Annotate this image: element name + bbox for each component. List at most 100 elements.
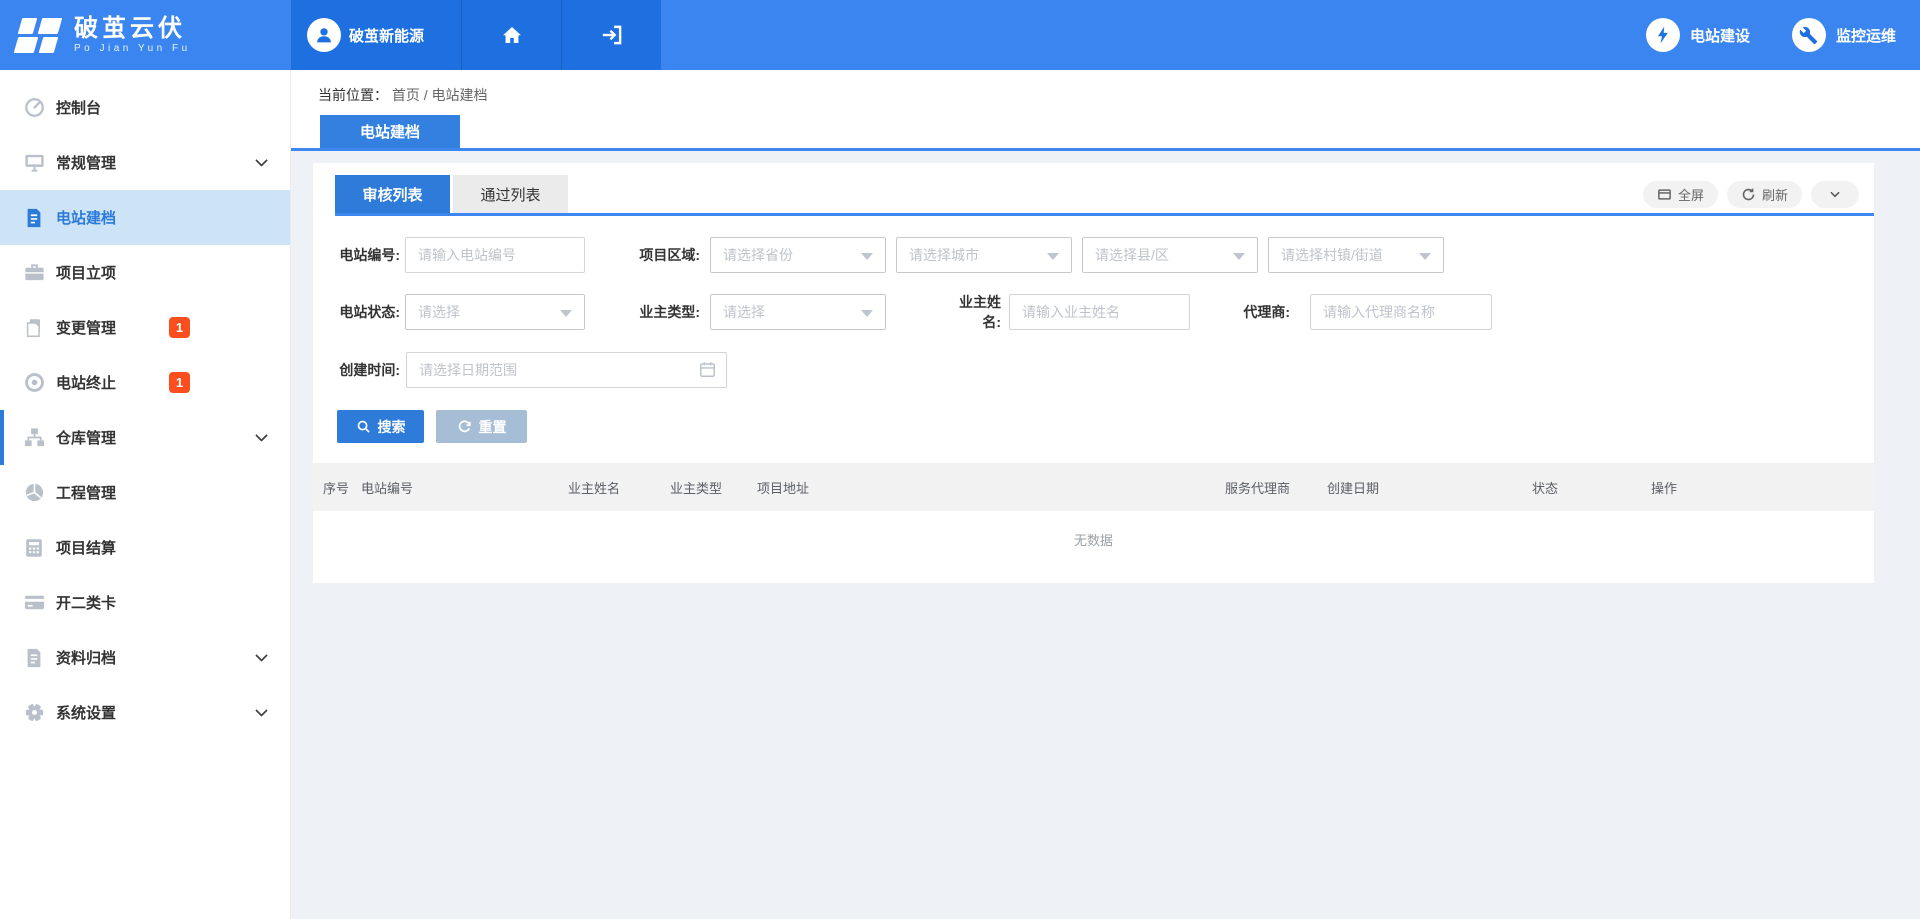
village-select[interactable]: 请选择村镇/街道 bbox=[1268, 237, 1444, 273]
sidebar-item-label: 工程管理 bbox=[56, 482, 116, 503]
tab-passed-list[interactable]: 通过列表 bbox=[453, 175, 568, 213]
chevron-down-icon bbox=[1828, 187, 1842, 201]
collapse-button[interactable] bbox=[1811, 181, 1859, 208]
reset-label: 重置 bbox=[479, 417, 507, 437]
caret-down-icon bbox=[1047, 253, 1059, 260]
owner-type-select[interactable]: 请选择 bbox=[710, 294, 886, 330]
panel-card: 审核列表 通过列表 全屏 刷新 bbox=[313, 163, 1874, 583]
table-header-row: 序号 电站编号 业主姓名 业主类型 项目地址 服务代理商 创建日期 状态 操作 bbox=[313, 463, 1874, 511]
sidebar-item-system-settings[interactable]: 系统设置 bbox=[0, 685, 290, 740]
sidebar-item-project-settlement[interactable]: 项目结算 bbox=[0, 520, 290, 575]
user-menu[interactable]: 破茧新能源 bbox=[291, 0, 461, 70]
sidebar-item-label: 电站建档 bbox=[56, 207, 116, 228]
owner-type-placeholder: 请选择 bbox=[723, 302, 765, 322]
sidebar-item-label: 控制台 bbox=[56, 97, 101, 118]
document-icon bbox=[22, 206, 46, 230]
login-arrow-icon bbox=[599, 22, 625, 48]
search-button[interactable]: 搜索 bbox=[337, 410, 424, 443]
sidebar-item-label: 项目结算 bbox=[56, 537, 116, 558]
refresh-button[interactable]: 刷新 bbox=[1727, 181, 1802, 208]
sidebar-item-station-filing[interactable]: 电站建档 bbox=[0, 190, 290, 245]
sidebar-item-station-termination[interactable]: 电站终止 1 bbox=[0, 355, 290, 410]
col-actions: 操作 bbox=[1651, 478, 1677, 497]
breadcrumb: 当前位置： 首页 / 电站建档 bbox=[318, 85, 488, 105]
sidebar-item-label: 变更管理 bbox=[56, 317, 116, 338]
fullscreen-button[interactable]: 全屏 bbox=[1643, 181, 1718, 208]
col-service-agent: 服务代理商 bbox=[1225, 478, 1327, 497]
col-owner-type: 业主类型 bbox=[670, 478, 757, 497]
status-placeholder: 请选择 bbox=[418, 302, 460, 322]
filter-form: 电站编号: 项目区域: 请选择省份 请选择城市 请选择县/区 请选择村镇/街道 bbox=[313, 237, 1874, 443]
county-placeholder: 请选择县/区 bbox=[1095, 245, 1169, 265]
reset-button[interactable]: 重置 bbox=[436, 410, 527, 443]
header-user-section: 破茧新能源 bbox=[291, 0, 661, 70]
sidebar-item-open-type2-card[interactable]: 开二类卡 bbox=[0, 575, 290, 630]
owner-type-label: 业主类型: bbox=[635, 302, 700, 322]
city-placeholder: 请选择城市 bbox=[909, 245, 979, 265]
sidebar-item-dashboard[interactable]: 控制台 bbox=[0, 80, 290, 135]
province-select[interactable]: 请选择省份 bbox=[710, 237, 886, 273]
logo-mark-icon bbox=[16, 15, 62, 55]
logout-button[interactable] bbox=[561, 0, 661, 70]
fullscreen-icon bbox=[1657, 187, 1672, 202]
owner-name-input[interactable] bbox=[1009, 294, 1190, 330]
city-select[interactable]: 请选择城市 bbox=[896, 237, 1072, 273]
pie-icon bbox=[22, 481, 46, 505]
tab-review-list[interactable]: 审核列表 bbox=[335, 175, 450, 213]
nav-monitoring-ops[interactable]: 监控运维 bbox=[1792, 18, 1896, 52]
agent-input[interactable] bbox=[1310, 294, 1492, 330]
created-time-label: 创建时间: bbox=[335, 360, 400, 380]
caret-down-icon bbox=[861, 310, 873, 317]
county-select[interactable]: 请选择县/区 bbox=[1082, 237, 1258, 273]
panel-tabbar: 审核列表 通过列表 全屏 刷新 bbox=[313, 175, 1874, 213]
date-range-input[interactable] bbox=[406, 352, 727, 388]
home-button[interactable] bbox=[461, 0, 561, 70]
empty-state: 无数据 bbox=[313, 511, 1874, 557]
col-project-address: 项目地址 bbox=[757, 478, 1225, 497]
avatar bbox=[307, 18, 341, 52]
sidebar-item-label: 开二类卡 bbox=[56, 592, 116, 613]
sidebar-item-label: 项目立项 bbox=[56, 262, 116, 283]
sidebar-item-label: 仓库管理 bbox=[56, 427, 116, 448]
station-no-input[interactable] bbox=[405, 237, 585, 273]
wrench-icon bbox=[1792, 18, 1826, 52]
dashboard-icon bbox=[22, 96, 46, 120]
sitemap-icon bbox=[22, 426, 46, 450]
region-label: 项目区域: bbox=[635, 245, 700, 265]
caret-down-icon bbox=[560, 310, 572, 317]
copy-icon bbox=[22, 316, 46, 340]
owner-name-label: 业主姓名: bbox=[941, 292, 1001, 332]
refresh-label: 刷新 bbox=[1762, 185, 1788, 204]
calendar-icon bbox=[698, 360, 717, 379]
bolt-icon bbox=[1646, 18, 1680, 52]
sidebar-item-warehouse-mgmt[interactable]: 仓库管理 bbox=[0, 410, 290, 465]
monitor-icon bbox=[22, 151, 46, 175]
card-icon bbox=[22, 591, 46, 615]
page-tab-station-filing[interactable]: 电站建档 bbox=[320, 115, 460, 148]
province-placeholder: 请选择省份 bbox=[723, 245, 793, 265]
col-station-no: 电站编号 bbox=[361, 478, 568, 497]
search-icon bbox=[356, 419, 371, 434]
sidebar-item-change-mgmt[interactable]: 变更管理 1 bbox=[0, 300, 290, 355]
gear-icon bbox=[22, 701, 46, 725]
caret-down-icon bbox=[1419, 253, 1431, 260]
sidebar-item-label: 系统设置 bbox=[56, 702, 116, 723]
breadcrumb-prefix: 当前位置： bbox=[318, 87, 388, 103]
content-area: 审核列表 通过列表 全屏 刷新 bbox=[291, 151, 1920, 919]
sidebar-item-data-archive[interactable]: 资料归档 bbox=[0, 630, 290, 685]
station-status-select[interactable]: 请选择 bbox=[405, 294, 585, 330]
user-name: 破茧新能源 bbox=[349, 25, 424, 46]
chevron-down-icon bbox=[255, 649, 268, 662]
sidebar-item-project-initiation[interactable]: 项目立项 bbox=[0, 245, 290, 300]
logo-title: 破茧云伏 bbox=[74, 16, 191, 42]
chevron-down-icon bbox=[255, 704, 268, 717]
sidebar-item-general-mgmt[interactable]: 常规管理 bbox=[0, 135, 290, 190]
briefcase-icon bbox=[22, 261, 46, 285]
agent-label: 代理商: bbox=[1238, 302, 1290, 322]
sidebar-item-engineering-mgmt[interactable]: 工程管理 bbox=[0, 465, 290, 520]
main-content: 当前位置： 首页 / 电站建档 电站建档 审核列表 通过列表 全屏 刷新 bbox=[291, 70, 1920, 919]
nav-station-construction[interactable]: 电站建设 bbox=[1646, 18, 1750, 52]
sidebar: 控制台 常规管理 电站建档 项目立项 变更管理 1 电站终止 1 bbox=[0, 70, 291, 919]
calculator-icon bbox=[22, 536, 46, 560]
fullscreen-label: 全屏 bbox=[1678, 185, 1704, 204]
